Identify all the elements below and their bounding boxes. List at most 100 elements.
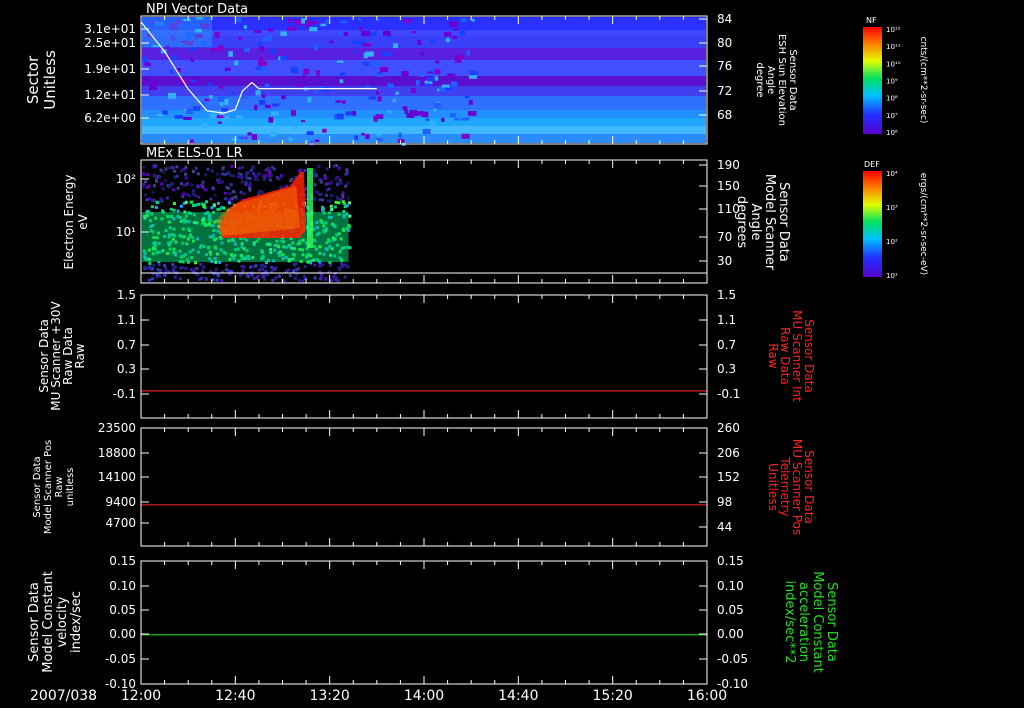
date-label: 2007/038	[30, 688, 97, 704]
spectrogram-cell	[321, 198, 325, 202]
heatmap-cell	[270, 48, 275, 55]
heatmap-cell	[417, 111, 425, 116]
spectrogram-cell	[199, 262, 203, 266]
heatmap-cell	[188, 111, 194, 114]
heatmap-cell	[302, 74, 306, 80]
spectrogram-cell	[210, 169, 214, 173]
spectrogram-cell	[171, 268, 175, 272]
spectrogram-cell	[163, 273, 167, 277]
spectrogram-cell	[267, 172, 271, 176]
spectrogram-cell	[211, 186, 215, 190]
spectrogram-cell	[147, 184, 151, 188]
spectrogram-cell	[274, 276, 278, 280]
heatmap-cell	[281, 95, 286, 100]
spectrogram-cell	[346, 196, 350, 200]
svg-text:Sensor Data: Sensor Data	[776, 182, 791, 262]
spectrogram-cell	[199, 184, 203, 188]
heatmap-cell	[401, 71, 409, 77]
heatmap-cell	[222, 118, 227, 122]
spectrogram-cell	[142, 265, 146, 269]
heatmap-cell	[251, 134, 258, 140]
spectrogram-cell	[261, 267, 265, 271]
y2-tick-label: -0.1	[717, 387, 740, 401]
svg-text:velocity: velocity	[55, 596, 70, 647]
spectrogram-cell	[213, 193, 217, 197]
spectrogram-cell	[161, 187, 165, 191]
panel-1-y2label: Sensor Data ESH Sun Elevation Angle degr…	[754, 34, 798, 126]
heatmap-cell	[460, 117, 470, 121]
heatmap-cell	[209, 113, 217, 118]
y-tick-label: -0.1	[113, 387, 136, 401]
heatmap-cell	[375, 18, 380, 22]
heatmap-cell	[365, 51, 374, 57]
spectrogram-cell	[229, 173, 233, 177]
heatmap-cell	[231, 91, 235, 95]
y2-tick-label: 1.5	[717, 288, 736, 302]
heatmap-cell	[228, 51, 233, 57]
colorbar-def-ticks: 10⁴ 10³ 10² 10¹	[886, 170, 898, 280]
spectrogram-cell	[244, 174, 248, 178]
spectrogram-cell	[334, 177, 338, 181]
heatmap-cell	[301, 18, 306, 24]
spectrogram-cell	[319, 192, 323, 196]
colorbar-tick-label: 10¹²	[886, 26, 901, 34]
spectrogram-cell	[150, 205, 154, 209]
y-tick-label: 0.7	[117, 338, 136, 352]
heatmap-cell	[441, 84, 450, 88]
svg-text:ergs/(cm**2-sr-sec-eV): ergs/(cm**2-sr-sec-eV)	[918, 173, 928, 275]
spectrogram-cell	[155, 179, 159, 183]
spectrogram-cell	[333, 205, 337, 209]
spectrogram-cell	[313, 263, 317, 267]
heatmap-cell	[418, 73, 425, 77]
spectrogram-cell	[345, 204, 349, 208]
panel-1-ylabel: Sector Unitless	[24, 50, 59, 110]
spectrogram-cell	[346, 181, 350, 185]
spectrogram-cell	[314, 174, 318, 178]
heatmap-cell	[420, 52, 424, 56]
spectrogram-cell	[271, 279, 275, 283]
spectrogram-cell	[218, 177, 222, 181]
spectrogram-cell	[260, 263, 264, 267]
heatmap-cell	[450, 81, 458, 87]
spectrogram-cell	[184, 266, 188, 270]
spectrogram-cell	[196, 184, 200, 188]
spectrogram-cell	[346, 265, 350, 269]
spectrogram-cell	[155, 200, 159, 204]
heatmap-cell	[267, 28, 274, 32]
spectrogram-cell	[253, 177, 257, 181]
spectrogram-cell	[186, 193, 190, 197]
spectrogram-cell	[254, 264, 258, 268]
spectrogram-cell	[239, 190, 243, 194]
spectrogram-cell	[148, 261, 152, 265]
heatmap-cell	[447, 73, 456, 78]
spectrogram-cell	[184, 165, 188, 169]
y-tick-label: 9400	[105, 495, 136, 509]
panel-2-ylabel: Electron Energy eV	[62, 174, 90, 269]
spectrogram-cell	[170, 182, 174, 186]
spectrogram-cell	[302, 274, 306, 278]
spectrogram-cell	[252, 172, 256, 176]
spectrogram-cell	[204, 173, 208, 177]
spectrogram-cell	[151, 267, 155, 271]
spectrogram-cell	[161, 209, 165, 213]
spectrogram-cell	[248, 188, 252, 192]
heatmap-cell	[280, 31, 287, 37]
heatmap-cell	[190, 79, 196, 83]
spectrogram-cell	[201, 180, 205, 184]
spectrogram-cell	[148, 197, 152, 201]
spectrogram-cell	[313, 183, 317, 187]
spectrogram-cell	[289, 179, 293, 183]
spectrogram-cell	[171, 262, 175, 266]
colorbar-tick-label: 10⁶	[886, 129, 898, 137]
heatmap-cell	[365, 134, 370, 140]
spectrogram-cell	[339, 198, 343, 202]
heatmap-cell	[471, 18, 475, 22]
heatmap-cell	[369, 31, 378, 36]
spectrogram-cell	[159, 268, 163, 272]
heatmap-cell	[351, 40, 361, 44]
heatmap-cell	[189, 47, 196, 51]
spectrogram-cell	[227, 170, 231, 174]
y-tick-label: 0.3	[117, 362, 136, 376]
panel-5-y2-ticks: 0.150.100.050.00-0.05-0.10	[699, 554, 748, 691]
spectrogram-cell	[252, 166, 256, 170]
